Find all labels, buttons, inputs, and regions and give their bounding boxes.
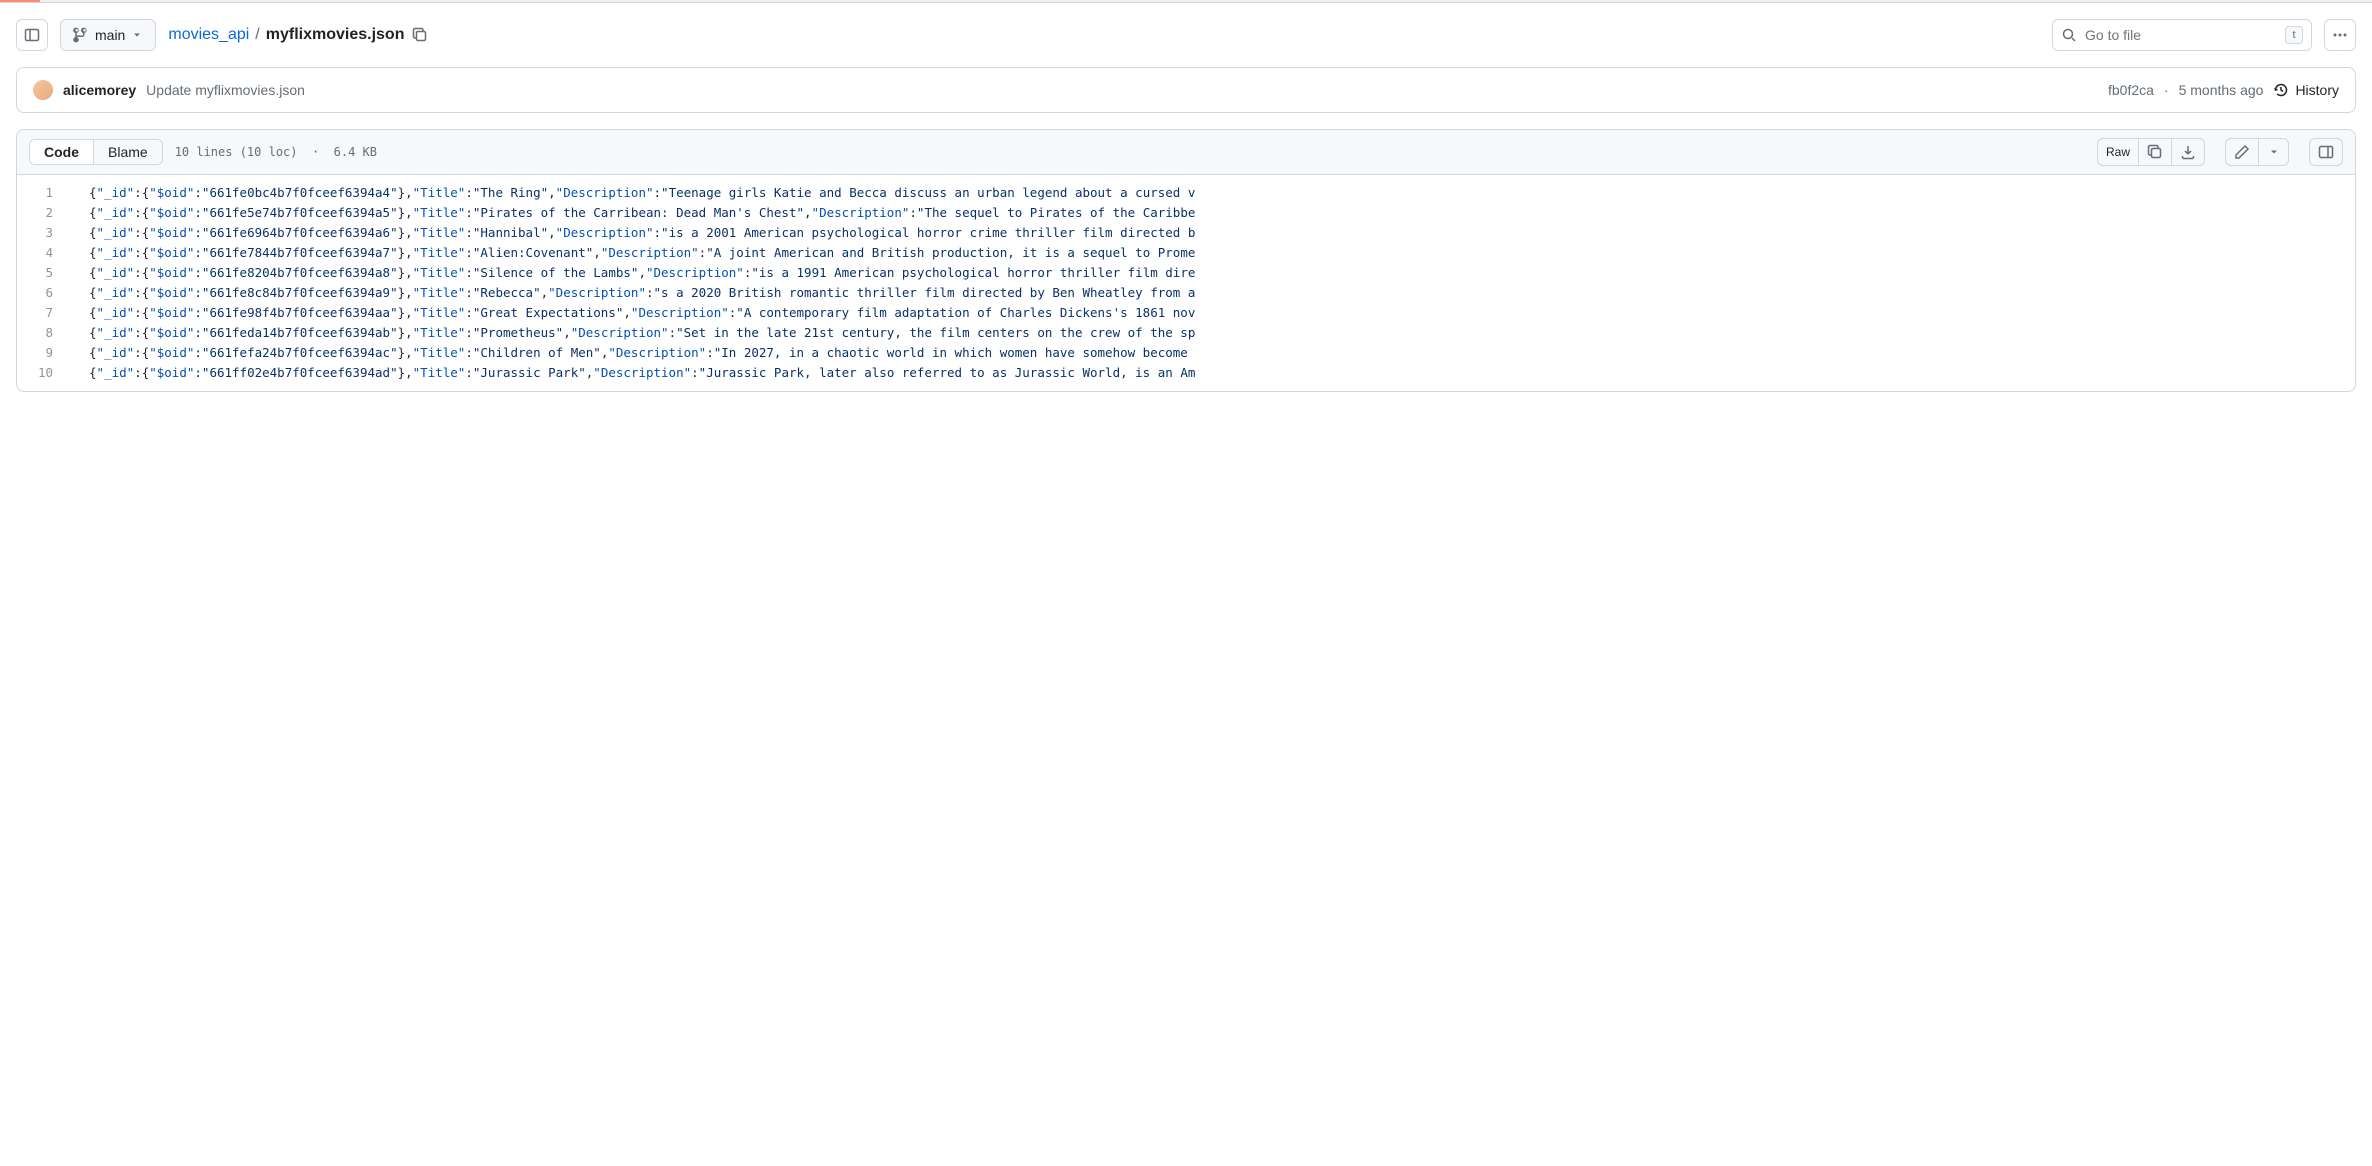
file-header: main movies_api / myflixmovies.json t [16,19,2356,51]
code-line: 10{"_id":{"$oid":"661ff02e4b7f0fceef6394… [17,363,2355,391]
line-content[interactable]: {"_id":{"$oid":"661fefa24b7f0fceef6394ac… [67,343,2355,363]
line-content[interactable]: {"_id":{"$oid":"661fe8c84b7f0fceef6394a9… [67,283,2355,303]
raw-button[interactable]: Raw [2097,138,2139,166]
raw-tools: Raw [2097,138,2205,166]
code-line: 5{"_id":{"$oid":"661fe8204b7f0fceef6394a… [17,263,2355,283]
copy-path-button[interactable] [412,27,428,43]
commit-dot: · [2164,82,2169,98]
tab-code[interactable]: Code [30,140,93,164]
line-content[interactable]: {"_id":{"$oid":"661fe5e74b7f0fceef6394a5… [67,203,2355,223]
file-size: 6.4 KB [334,145,377,159]
view-mode-tabs: Code Blame [29,139,163,165]
commit-author[interactable]: alicemorey [63,82,136,98]
line-number[interactable]: 1 [17,175,67,203]
code-viewer: Code Blame 10 lines (10 loc) · 6.4 KB Ra… [16,129,2356,392]
code-line: 8{"_id":{"$oid":"661feda14b7f0fceef6394a… [17,323,2355,343]
symbols-icon [2318,144,2334,160]
side-panel-icon [24,27,40,43]
line-content[interactable]: {"_id":{"$oid":"661fe0bc4b7f0fceef6394a4… [67,175,2355,203]
line-content[interactable]: {"_id":{"$oid":"661fe6964b7f0fceef6394a6… [67,223,2355,243]
top-border [0,0,2372,3]
copy-raw-button[interactable] [2139,138,2172,166]
tab-blame[interactable]: Blame [93,140,162,164]
code-line: 9{"_id":{"$oid":"661fefa24b7f0fceef6394a… [17,343,2355,363]
code-content: 1{"_id":{"$oid":"661fe0bc4b7f0fceef6394a… [17,175,2355,391]
code-line: 7{"_id":{"$oid":"661fe98f4b7f0fceef6394a… [17,303,2355,323]
download-icon [2180,144,2196,160]
line-content[interactable]: {"_id":{"$oid":"661feda14b7f0fceef6394ab… [67,323,2355,343]
code-line: 4{"_id":{"$oid":"661fe7844b7f0fceef6394a… [17,243,2355,263]
line-number[interactable]: 10 [17,363,67,391]
avatar[interactable] [33,80,53,100]
line-content[interactable]: {"_id":{"$oid":"661fe7844b7f0fceef6394a7… [67,243,2355,263]
line-content[interactable]: {"_id":{"$oid":"661fe98f4b7f0fceef6394aa… [67,303,2355,323]
commit-message[interactable]: Update myflixmovies.json [146,82,305,98]
edit-dropdown[interactable] [2259,138,2289,166]
line-number[interactable]: 4 [17,243,67,263]
chevron-down-icon [2268,146,2280,158]
chevron-down-icon [131,29,143,41]
commit-date[interactable]: 5 months ago [2179,82,2264,98]
code-toolbar: Code Blame 10 lines (10 loc) · 6.4 KB Ra… [17,130,2355,175]
line-content[interactable]: {"_id":{"$oid":"661fe8204b7f0fceef6394a8… [67,263,2355,283]
branch-name: main [95,27,125,43]
go-to-file-search[interactable]: t [2052,19,2312,51]
kebab-icon [2332,27,2348,43]
pencil-icon [2234,144,2250,160]
code-line: 2{"_id":{"$oid":"661fe5e74b7f0fceef6394a… [17,203,2355,223]
line-number[interactable]: 6 [17,283,67,303]
more-options-button[interactable] [2324,19,2356,51]
history-link[interactable]: History [2273,82,2339,98]
history-label: History [2295,82,2339,98]
breadcrumb-file: myflixmovies.json [266,26,405,44]
side-panel-toggle[interactable] [16,19,48,51]
download-raw-button[interactable] [2172,138,2205,166]
line-number[interactable]: 7 [17,303,67,323]
line-number[interactable]: 5 [17,263,67,283]
progress-indicator [0,0,40,2]
breadcrumb-separator: / [255,26,259,44]
line-number[interactable]: 8 [17,323,67,343]
line-number[interactable]: 3 [17,223,67,243]
branch-icon [73,27,89,43]
line-content[interactable]: {"_id":{"$oid":"661ff02e4b7f0fceef6394ad… [67,363,2355,391]
symbols-button[interactable] [2309,138,2343,166]
code-line: 6{"_id":{"$oid":"661fe8c84b7f0fceef6394a… [17,283,2355,303]
file-info: 10 lines (10 loc) · 6.4 KB [175,145,377,159]
commit-sha[interactable]: fb0f2ca [2108,82,2154,98]
line-number[interactable]: 2 [17,203,67,223]
edit-tools [2225,138,2289,166]
copy-icon [412,27,428,43]
edit-button[interactable] [2225,138,2259,166]
line-number[interactable]: 9 [17,343,67,363]
copy-icon [2147,144,2163,160]
code-line: 3{"_id":{"$oid":"661fe6964b7f0fceef6394a… [17,223,2355,243]
code-scroll[interactable]: 1{"_id":{"$oid":"661fe0bc4b7f0fceef6394a… [17,175,2355,391]
search-icon [2061,27,2077,43]
breadcrumb-repo-link[interactable]: movies_api [168,26,249,44]
code-line: 1{"_id":{"$oid":"661fe0bc4b7f0fceef6394a… [17,175,2355,203]
file-lines: 10 lines (10 loc) [175,145,298,159]
history-icon [2273,82,2289,98]
latest-commit: alicemorey Update myflixmovies.json fb0f… [16,67,2356,113]
search-shortcut: t [2285,26,2303,44]
breadcrumb: movies_api / myflixmovies.json [168,26,428,44]
search-input[interactable] [2085,27,2277,43]
branch-selector[interactable]: main [60,19,156,51]
